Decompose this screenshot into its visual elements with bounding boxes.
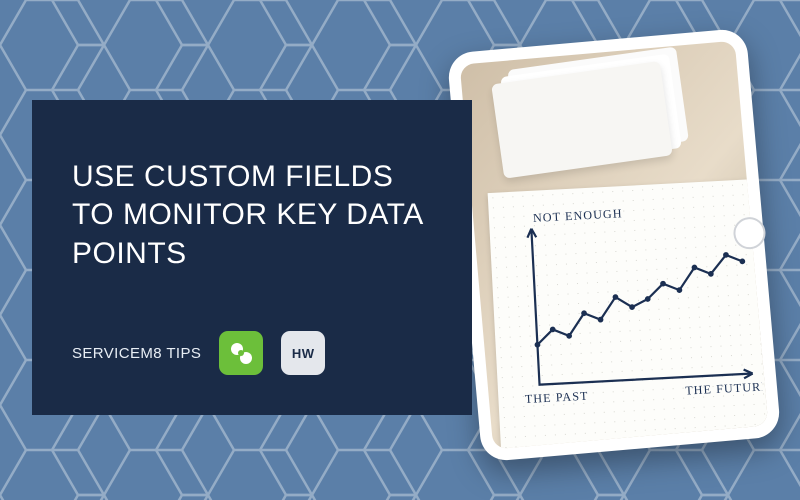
hand-drawn-line-chart: NOT ENOUGH THE PAST THE FUTURE bbox=[511, 197, 764, 429]
chart-ylabel: NOT ENOUGH bbox=[533, 206, 623, 225]
chart-series bbox=[533, 254, 746, 345]
chart-xlabel-right: THE FUTURE bbox=[685, 379, 764, 397]
tablet-mockup: NOT ENOUGH THE PAST THE FUTURE bbox=[447, 28, 782, 463]
chart-point bbox=[739, 258, 745, 264]
promo-card: NOT ENOUGH THE PAST THE FUTURE USE CUSTO… bbox=[0, 0, 800, 500]
hw-logo-icon: HW bbox=[281, 331, 325, 375]
index-cards-stack bbox=[491, 61, 673, 179]
meta-row: SERVICEM8 TIPS HW bbox=[72, 331, 432, 375]
chart-xlabel-left: THE PAST bbox=[524, 389, 588, 406]
tablet-screen: NOT ENOUGH THE PAST THE FUTURE bbox=[460, 41, 769, 450]
subtitle: SERVICEM8 TIPS bbox=[72, 345, 201, 362]
headline: USE CUSTOM FIELDS TO MONITOR KEY DATA PO… bbox=[72, 158, 432, 273]
content-panel: USE CUSTOM FIELDS TO MONITOR KEY DATA PO… bbox=[32, 100, 472, 415]
graph-paper: NOT ENOUGH THE PAST THE FUTURE bbox=[488, 179, 769, 450]
servicem8-logo-icon bbox=[219, 331, 263, 375]
